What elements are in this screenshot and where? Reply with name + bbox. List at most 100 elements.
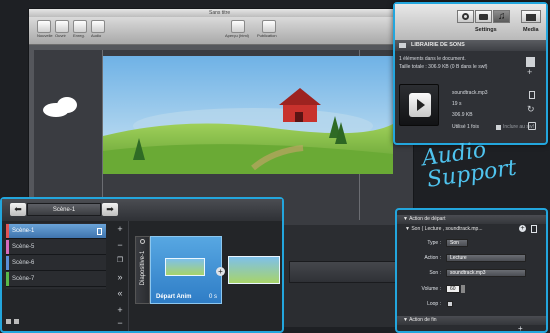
audio-support-banner: Audio Support — [420, 132, 548, 218]
save-icon — [73, 20, 87, 33]
include-checkbox[interactable] — [496, 125, 501, 130]
slide-thumbnail — [165, 258, 205, 276]
window-title: Sans titre — [209, 10, 231, 16]
duplicate-icon[interactable]: ❐ — [114, 255, 126, 267]
trash-icon[interactable] — [97, 228, 102, 235]
toolbar-publish-label: Publication — [257, 33, 277, 38]
remove-slide-button[interactable]: − — [114, 239, 126, 251]
divider — [128, 221, 129, 331]
refresh-icon[interactable]: ↻ — [527, 104, 535, 115]
remove-anim-button[interactable]: − — [114, 317, 126, 329]
loop-label: Loop : — [427, 301, 441, 307]
gear-icon[interactable] — [140, 239, 145, 244]
tab-film[interactable] — [521, 10, 541, 23]
publish-icon — [262, 20, 276, 33]
open-icon — [55, 20, 69, 33]
sound-usage: Utilisé 1 fois — [452, 124, 479, 130]
toolbar-save-label: Enreg. — [73, 33, 85, 38]
anim-label: Départ Anim — [156, 294, 192, 300]
sound-size: 306.9 KB — [452, 112, 473, 118]
cloud-image — [57, 97, 77, 113]
sound-file-icon — [409, 93, 431, 117]
section-header[interactable]: ▼ Action de départ — [397, 215, 546, 224]
next-scene-button[interactable]: ➡ — [102, 203, 118, 216]
tab-music[interactable]: ♫ — [493, 10, 510, 23]
list-item[interactable]: Scène-5 — [6, 240, 106, 255]
sound-filename: soundtrack.mp3 — [452, 90, 488, 96]
toolbar-preview[interactable]: Aperçu (html) — [225, 20, 253, 38]
list-item[interactable]: Scène-7 — [6, 272, 106, 287]
tab-gear[interactable] — [457, 10, 474, 23]
sound-thumbnail[interactable] — [399, 84, 439, 126]
audio-icon — [91, 20, 105, 33]
action-select[interactable]: Lecture — [446, 254, 526, 262]
library-title-text: LIBRAIRIE DE SONS — [411, 42, 465, 48]
music-icon: ♫ — [498, 11, 506, 22]
scene-color-bar — [6, 224, 9, 238]
volume-field[interactable]: 60 — [446, 285, 460, 293]
toolbar-new[interactable]: Nouvelle — [37, 20, 53, 38]
add-step-button[interactable]: + — [216, 267, 225, 276]
toolbar-audio[interactable]: Audio — [91, 20, 107, 38]
gear-icon — [462, 13, 469, 20]
list-item[interactable]: Scène-1 — [6, 224, 106, 239]
type-select[interactable]: Son — [446, 239, 468, 247]
scene-label: Scène-7 — [12, 276, 35, 282]
slide-card[interactable]: Départ Anim 0 s — [150, 236, 222, 304]
current-scene-title[interactable]: Scène-1 — [27, 203, 101, 216]
tab-settings-label: Settings — [475, 27, 497, 33]
toolbar-preview-label: Aperçu (html) — [225, 33, 250, 38]
next-step-thumbnail[interactable] — [228, 256, 280, 284]
slide-header[interactable]: Diapositive-1 — [135, 236, 150, 304]
scene-color-bar — [6, 272, 9, 286]
horizontal-ruler — [29, 45, 413, 50]
library-header: ♫ Settings Media — [395, 4, 546, 40]
add-slide-button[interactable]: + — [114, 223, 126, 235]
toolbar-audio-label: Audio — [91, 33, 102, 38]
sound-library-panel: ♫ Settings Media LIBRAIRIE DE SONS 1 élé… — [393, 2, 548, 145]
list-item[interactable]: Scène-6 — [6, 256, 106, 271]
add-scene-icon[interactable] — [6, 319, 11, 324]
new-icon — [37, 20, 51, 33]
trash-icon[interactable] — [529, 91, 535, 99]
action-item-title: Son ( Lecture , soundtrack.mp... — [411, 226, 483, 232]
section-title: Action de fin — [409, 317, 437, 323]
add-action-button[interactable]: + — [519, 225, 526, 232]
stage[interactable] — [103, 56, 393, 174]
loop-checkbox[interactable] — [447, 301, 453, 307]
preview-icon — [231, 20, 245, 33]
film-icon — [526, 14, 536, 21]
play-icon — [417, 99, 425, 111]
toolbar: Nouvelle Ouvrir Enreg. Audio Aperçu (htm… — [29, 17, 413, 45]
list-view-icon[interactable] — [526, 57, 535, 67]
scene-label: Scène-6 — [12, 260, 35, 266]
tab-media-label: Media — [523, 27, 539, 33]
type-label: Type : — [427, 240, 441, 246]
toolbar-new-label: Nouvelle — [37, 33, 53, 38]
section-header[interactable]: ▼ Action de fin — [397, 316, 546, 325]
scene-label: Scène-1 — [12, 228, 35, 234]
window-titlebar: Sans titre — [29, 9, 413, 24]
prev-scene-button[interactable]: ⬅ — [10, 203, 26, 216]
add-anim-button[interactable]: + — [114, 304, 126, 316]
edit-icon[interactable] — [528, 122, 536, 130]
sound-select[interactable]: soundtrack.mp3 — [446, 269, 526, 277]
remove-scene-icon[interactable] — [14, 319, 19, 324]
toolbar-save[interactable]: Enreg. — [73, 20, 89, 38]
tab-camera[interactable] — [475, 10, 492, 23]
library-size: Taille totale : 306.9 KB (0 B dans le sw… — [399, 64, 488, 70]
toolbar-publish[interactable]: Publication — [257, 20, 283, 38]
volume-stepper[interactable] — [461, 285, 465, 293]
library-icon — [399, 43, 406, 48]
back-icon[interactable]: « — [114, 287, 126, 299]
trash-icon[interactable] — [531, 225, 537, 233]
section-title: Action de départ — [409, 216, 446, 222]
forward-icon[interactable]: » — [114, 271, 126, 283]
add-icon[interactable]: + — [518, 324, 523, 333]
scene-label: Scène-5 — [12, 244, 35, 250]
action-item[interactable]: ▼ Son ( Lecture , soundtrack.mp... — [405, 226, 483, 232]
anim-time: 0 s — [209, 294, 218, 300]
add-icon[interactable]: + — [527, 67, 532, 77]
toolbar-open[interactable]: Ouvrir — [55, 20, 71, 38]
timeline-strip — [289, 261, 409, 283]
